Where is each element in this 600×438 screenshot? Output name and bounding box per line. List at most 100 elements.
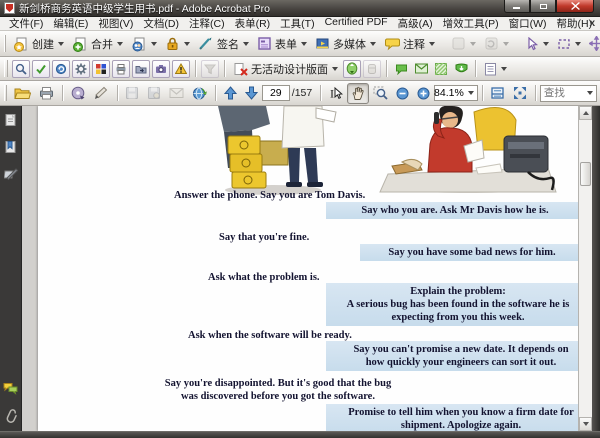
output-folder-button[interactable]	[132, 59, 150, 78]
fullscreen-button[interactable]	[509, 83, 531, 103]
chevron-down-icon	[332, 66, 338, 71]
comment-button[interactable]: 注释	[380, 33, 439, 55]
chevron-down-icon	[370, 41, 376, 46]
move-tool[interactable]	[585, 33, 600, 54]
close-document-button[interactable]: x	[589, 18, 595, 29]
gear-icon	[75, 63, 87, 74]
snapshot-marquee-tool[interactable]	[553, 34, 585, 54]
chevron-down-icon	[575, 41, 581, 46]
vertical-scrollbar[interactable]	[578, 106, 592, 431]
scrollbar-thumb[interactable]	[580, 162, 591, 186]
toolbar-separator	[195, 60, 196, 77]
pages-panel-button[interactable]	[3, 112, 18, 127]
toolbar-separator	[62, 84, 63, 102]
menu-item[interactable]: 视图(V)	[93, 16, 138, 31]
menu-item[interactable]: 窗口(W)	[504, 16, 552, 31]
menu-item[interactable]: Certified PDF	[320, 16, 393, 31]
sign-button[interactable]: 签名	[194, 33, 253, 55]
attachments-panel-button[interactable]	[3, 408, 18, 423]
illustration-phone-caller	[379, 106, 557, 193]
color-swatches-button[interactable]	[92, 59, 110, 78]
hand-tool[interactable]	[346, 82, 369, 104]
certified-comment-button[interactable]	[392, 60, 410, 78]
scroll-down-button[interactable]	[579, 417, 592, 431]
menu-item[interactable]: 增效工具(P)	[438, 16, 504, 31]
share-button[interactable]	[127, 33, 161, 55]
previous-page-button[interactable]	[220, 83, 241, 103]
checkmark-icon	[36, 64, 46, 74]
create-pdf-icon	[14, 37, 27, 52]
zoom-out-button[interactable]	[392, 84, 413, 103]
zoom-marquee-tool[interactable]	[369, 83, 392, 103]
preflight-check-button[interactable]	[32, 59, 50, 78]
design-layout-selector[interactable]: 无活动设计版面	[229, 58, 342, 80]
multimedia-button[interactable]: 多媒体	[311, 33, 380, 55]
certified-verify-button[interactable]	[452, 60, 470, 78]
email-button	[165, 84, 188, 102]
open-button[interactable]	[10, 83, 35, 103]
chevron-down-icon	[587, 91, 594, 95]
document-lines-icon	[485, 62, 496, 75]
forms-button[interactable]: 表单	[253, 33, 311, 55]
certified-compare-button[interactable]	[432, 60, 450, 78]
scroll-up-button[interactable]	[579, 106, 592, 120]
certified-send-button[interactable]	[412, 60, 430, 78]
open-folder-icon	[14, 88, 32, 99]
upload-documents-button[interactable]	[188, 83, 211, 104]
find-box[interactable]	[539, 84, 598, 102]
action-list-button[interactable]	[72, 59, 90, 78]
zoom-in-button[interactable]	[413, 84, 434, 103]
minimize-button[interactable]	[504, 0, 530, 13]
scan-button[interactable]	[90, 83, 113, 103]
comments-bubbles-icon	[3, 383, 18, 395]
inspector-button[interactable]	[12, 59, 30, 78]
create-button[interactable]: 创建	[9, 33, 68, 55]
close-button[interactable]	[556, 0, 594, 13]
floppy-certify-icon	[148, 87, 161, 99]
layers-panel-button[interactable]	[3, 166, 18, 181]
menu-item[interactable]: 文档(D)	[138, 16, 184, 31]
convert-media-button[interactable]	[67, 83, 90, 104]
circle-arrow-icon	[55, 63, 67, 74]
maximize-button[interactable]	[530, 0, 556, 13]
next-page-button[interactable]	[241, 83, 262, 103]
toolbar-separator	[215, 84, 216, 102]
comments-panel-button[interactable]	[3, 381, 18, 396]
save-button	[121, 83, 143, 103]
scrolling-mode-button[interactable]	[486, 83, 509, 103]
page-total-label: /157	[291, 87, 313, 99]
menu-item[interactable]: 注释(C)	[184, 16, 230, 31]
select-text-tool[interactable]: I	[325, 83, 347, 103]
page-number-input[interactable]	[261, 85, 290, 101]
navigate-layout-button[interactable]	[343, 59, 361, 78]
bookmarks-panel-button[interactable]	[3, 139, 18, 154]
print-profile-button[interactable]	[112, 59, 130, 78]
alerts-button[interactable]	[172, 59, 190, 78]
envelope-icon	[414, 63, 428, 74]
dialogue-highlight-line: Say who you are. Ask Mr Davis how he is.	[326, 202, 578, 219]
no-layout-icon	[234, 62, 248, 76]
menu-item[interactable]: 表单(R)	[230, 16, 276, 31]
arrow-down-icon	[244, 86, 258, 100]
acrobat-app-icon	[4, 2, 15, 14]
scrollbar-track[interactable]	[579, 120, 592, 417]
snapshot-button[interactable]	[152, 59, 170, 78]
zoom-level-selector[interactable]: 84.1%	[433, 85, 478, 101]
menu-item[interactable]: 工具(T)	[275, 16, 319, 31]
document-area[interactable]: Answer the phone. Say you are Tom Davis.…	[22, 106, 578, 431]
select-object-tool[interactable]	[521, 34, 553, 54]
lock-icon	[167, 37, 178, 50]
security-button[interactable]	[161, 33, 194, 54]
print-button[interactable]	[35, 83, 58, 103]
menu-item[interactable]: 文件(F)	[4, 16, 48, 31]
menu-item[interactable]: 高级(A)	[393, 16, 438, 31]
find-input[interactable]	[543, 87, 587, 99]
chevron-down-icon	[151, 41, 157, 46]
page-properties-button[interactable]	[480, 59, 511, 79]
combine-button[interactable]: 合并	[68, 33, 127, 55]
multimedia-icon	[316, 38, 329, 49]
global-change-button[interactable]	[52, 59, 70, 78]
arrow-up-icon	[223, 86, 237, 100]
rotate-right-icon	[485, 37, 498, 50]
menu-item[interactable]: 编辑(E)	[48, 16, 93, 31]
